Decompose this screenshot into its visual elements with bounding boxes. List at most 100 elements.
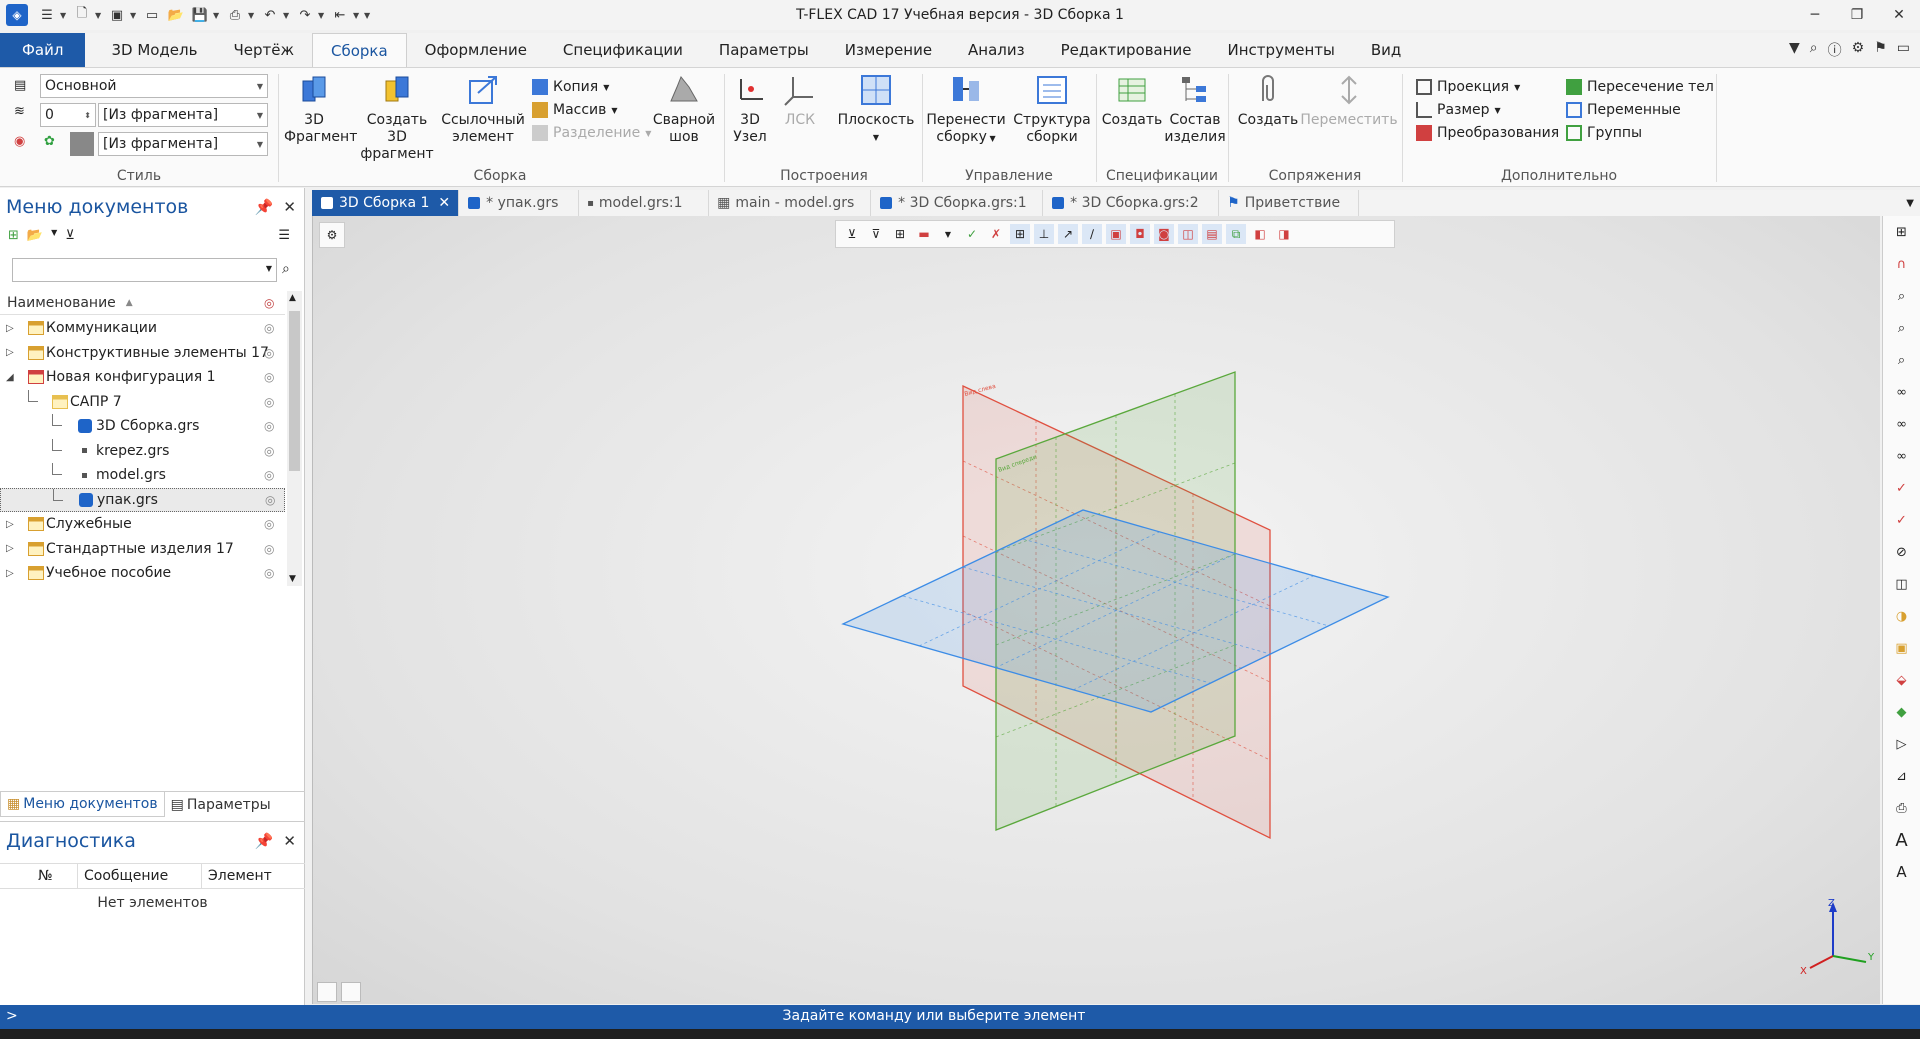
scroll-thumb[interactable] — [289, 311, 300, 471]
diag-col-message[interactable]: Сообщение — [78, 864, 202, 888]
level-source-combo[interactable]: [Из фрагмента] ▼ — [98, 103, 268, 127]
doc-tab-upak[interactable]: * упак.grs — [459, 190, 580, 216]
close-icon[interactable]: ✕ — [283, 832, 296, 850]
tab-parameters-panel[interactable]: ▤ Параметры — [165, 792, 277, 817]
view-glasses-icon[interactable]: ∞ — [1890, 380, 1914, 404]
menu-icon[interactable]: ☰ — [36, 4, 58, 26]
tab-measure[interactable]: Измерение — [827, 33, 950, 67]
collapse-icon[interactable]: ◢ — [6, 372, 14, 383]
tree-row[interactable]: ▷ Служебные ◎ — [0, 512, 285, 536]
expand-icon[interactable]: ▷ — [6, 568, 14, 579]
projection-button[interactable]: Проекция ▼ — [1416, 76, 1520, 98]
tab-drawing[interactable]: Чертёж — [215, 33, 312, 67]
search-icon[interactable]: ⌕ — [282, 261, 290, 277]
transforms-button[interactable]: Преобразования — [1416, 122, 1559, 144]
scroll-down-icon[interactable]: ▼ — [289, 574, 296, 584]
expand-icon[interactable]: ▷ — [6, 323, 14, 334]
visibility-icon[interactable]: ◎ — [264, 321, 274, 335]
chevron-down-icon[interactable]: ▼ — [60, 11, 69, 20]
open-folder-icon[interactable]: 📂 — [27, 228, 43, 243]
close-icon[interactable]: ✕ — [438, 195, 450, 211]
section-icon[interactable]: ⊘ — [1890, 540, 1914, 564]
create-mate-button[interactable]: Создать — [1238, 72, 1298, 129]
list-view-icon[interactable]: ☰ — [278, 228, 290, 243]
text-large-icon[interactable]: A — [1890, 828, 1914, 852]
customize-qat-icon[interactable]: ▼ — [364, 11, 373, 20]
app-logo-icon[interactable]: ◈ — [6, 4, 28, 26]
tab-analysis[interactable]: Анализ — [950, 33, 1043, 67]
visibility-icon[interactable]: ◎ — [264, 542, 274, 556]
visibility-icon[interactable]: ◎ — [264, 444, 274, 458]
diag-col-num[interactable]: № — [32, 864, 78, 888]
expand-icon[interactable]: ▷ — [6, 543, 14, 554]
level-stepper[interactable]: 0 ⬍ — [40, 103, 96, 127]
lcs-button[interactable]: ЛСК — [780, 72, 820, 129]
minimize-icon[interactable]: ─ — [1794, 0, 1836, 30]
tab-specifications[interactable]: Спецификации — [545, 33, 701, 67]
chevron-down-icon[interactable]: ▼ — [283, 11, 292, 20]
filter-icon[interactable]: ⊻ — [65, 228, 75, 243]
add-icon[interactable]: ⊞ — [8, 228, 19, 243]
new-document-icon[interactable]: 🗋 — [71, 4, 93, 26]
flag-icon[interactable]: ⚑ — [1874, 40, 1887, 60]
3d-node-button[interactable]: 3D Узел — [730, 72, 770, 146]
scroll-up-icon[interactable]: ▲ — [289, 293, 296, 303]
doc-tab-main-model[interactable]: ▦ main - model.grs — [709, 190, 872, 216]
expand-icon[interactable]: ▷ — [6, 519, 14, 530]
check-select-2-icon[interactable]: ✓ — [1890, 508, 1914, 532]
color-picker-icon[interactable]: ◉ — [14, 134, 25, 149]
size-button[interactable]: Размер ▼ — [1416, 99, 1501, 121]
zoom-icon[interactable]: ⌕ — [1890, 284, 1914, 308]
doc-tab-3d-assembly-1[interactable]: 3D Сборка 1 ✕ — [312, 190, 460, 216]
tab-view[interactable]: Вид — [1353, 33, 1419, 67]
create-spec-button[interactable]: Создать — [1102, 72, 1162, 129]
visibility-icon[interactable]: ◎ — [264, 370, 274, 384]
tree-row[interactable]: ▷ Конструктивные элементы 17 ◎ — [0, 341, 285, 365]
diag-col-element[interactable]: Элемент — [202, 864, 302, 888]
tree-row[interactable]: ◢ Новая конфигурация 1 ◎ — [0, 365, 285, 389]
layer-combo[interactable]: Основной ▼ — [40, 74, 268, 98]
assembly-structure-button[interactable]: Структура сборки — [1013, 72, 1091, 146]
tree-row[interactable]: ▷ Стандартные изделия 17 ◎ — [0, 537, 285, 561]
tab-formatting[interactable]: Оформление — [407, 33, 545, 67]
material-icon[interactable]: ▣ — [1890, 636, 1914, 660]
tab-editing[interactable]: Редактирование — [1043, 33, 1210, 67]
print-icon[interactable]: ⎙ — [224, 4, 246, 26]
tab-tools[interactable]: Инструменты — [1210, 33, 1353, 67]
zoom-fit-icon[interactable]: ⌕ — [1890, 348, 1914, 372]
tab-assembly[interactable]: Сборка — [311, 33, 407, 67]
split-button[interactable]: Разделение ▼ — [532, 122, 651, 144]
measure-icon[interactable]: ⇤ — [329, 4, 351, 26]
close-icon[interactable]: ✕ — [1878, 0, 1920, 30]
tree-row[interactable]: САПР 7 ◎ — [0, 389, 285, 414]
visibility-icon[interactable]: ◎ — [264, 346, 274, 360]
tree-row[interactable]: model.grs ◎ — [0, 463, 285, 487]
new-3d-icon[interactable]: ▣ — [106, 4, 128, 26]
settings-icon[interactable]: ⚙ — [1852, 40, 1865, 60]
chevron-down-icon[interactable]: ▼ — [130, 11, 139, 20]
search-command-icon[interactable]: ⌕ — [1810, 40, 1818, 60]
color-swatch[interactable] — [70, 132, 94, 156]
move-mate-button[interactable]: Переместить — [1300, 72, 1398, 129]
visibility-icon[interactable]: ◎ — [264, 395, 274, 409]
measure-tool-icon[interactable]: ⊿ — [1890, 764, 1914, 788]
groups-button[interactable]: Группы — [1566, 122, 1642, 144]
split-horizontal-icon[interactable] — [341, 982, 361, 1002]
3d-fragment-button[interactable]: 3D Фрагмент — [284, 72, 357, 146]
magnet-icon[interactable]: ∩ — [1890, 252, 1914, 276]
variables-button[interactable]: Переменные — [1566, 99, 1681, 121]
tabs-overflow-icon[interactable]: ▼ — [1906, 198, 1914, 209]
tree-row[interactable]: упак.grs ◎ — [0, 487, 285, 512]
restore-icon[interactable]: ❐ — [1836, 0, 1878, 30]
chevron-down-icon[interactable]: ▼ — [318, 11, 327, 20]
tab-3d-model[interactable]: 3D Модель — [93, 33, 215, 67]
pin-icon[interactable]: 📌 — [255, 832, 274, 850]
tree-row[interactable]: krepez.grs ◎ — [0, 438, 285, 463]
check-select-icon[interactable]: ✓ — [1890, 476, 1914, 500]
tab-parameters[interactable]: Параметры — [701, 33, 827, 67]
expand-icon[interactable]: ▷ — [6, 347, 14, 358]
undo-icon[interactable]: ↶ — [259, 4, 281, 26]
ribbon-collapse-icon[interactable]: ▼ — [1789, 40, 1800, 60]
product-composition-button[interactable]: Состав изделия — [1164, 72, 1226, 146]
help-icon[interactable]: ⓘ — [1828, 40, 1842, 60]
